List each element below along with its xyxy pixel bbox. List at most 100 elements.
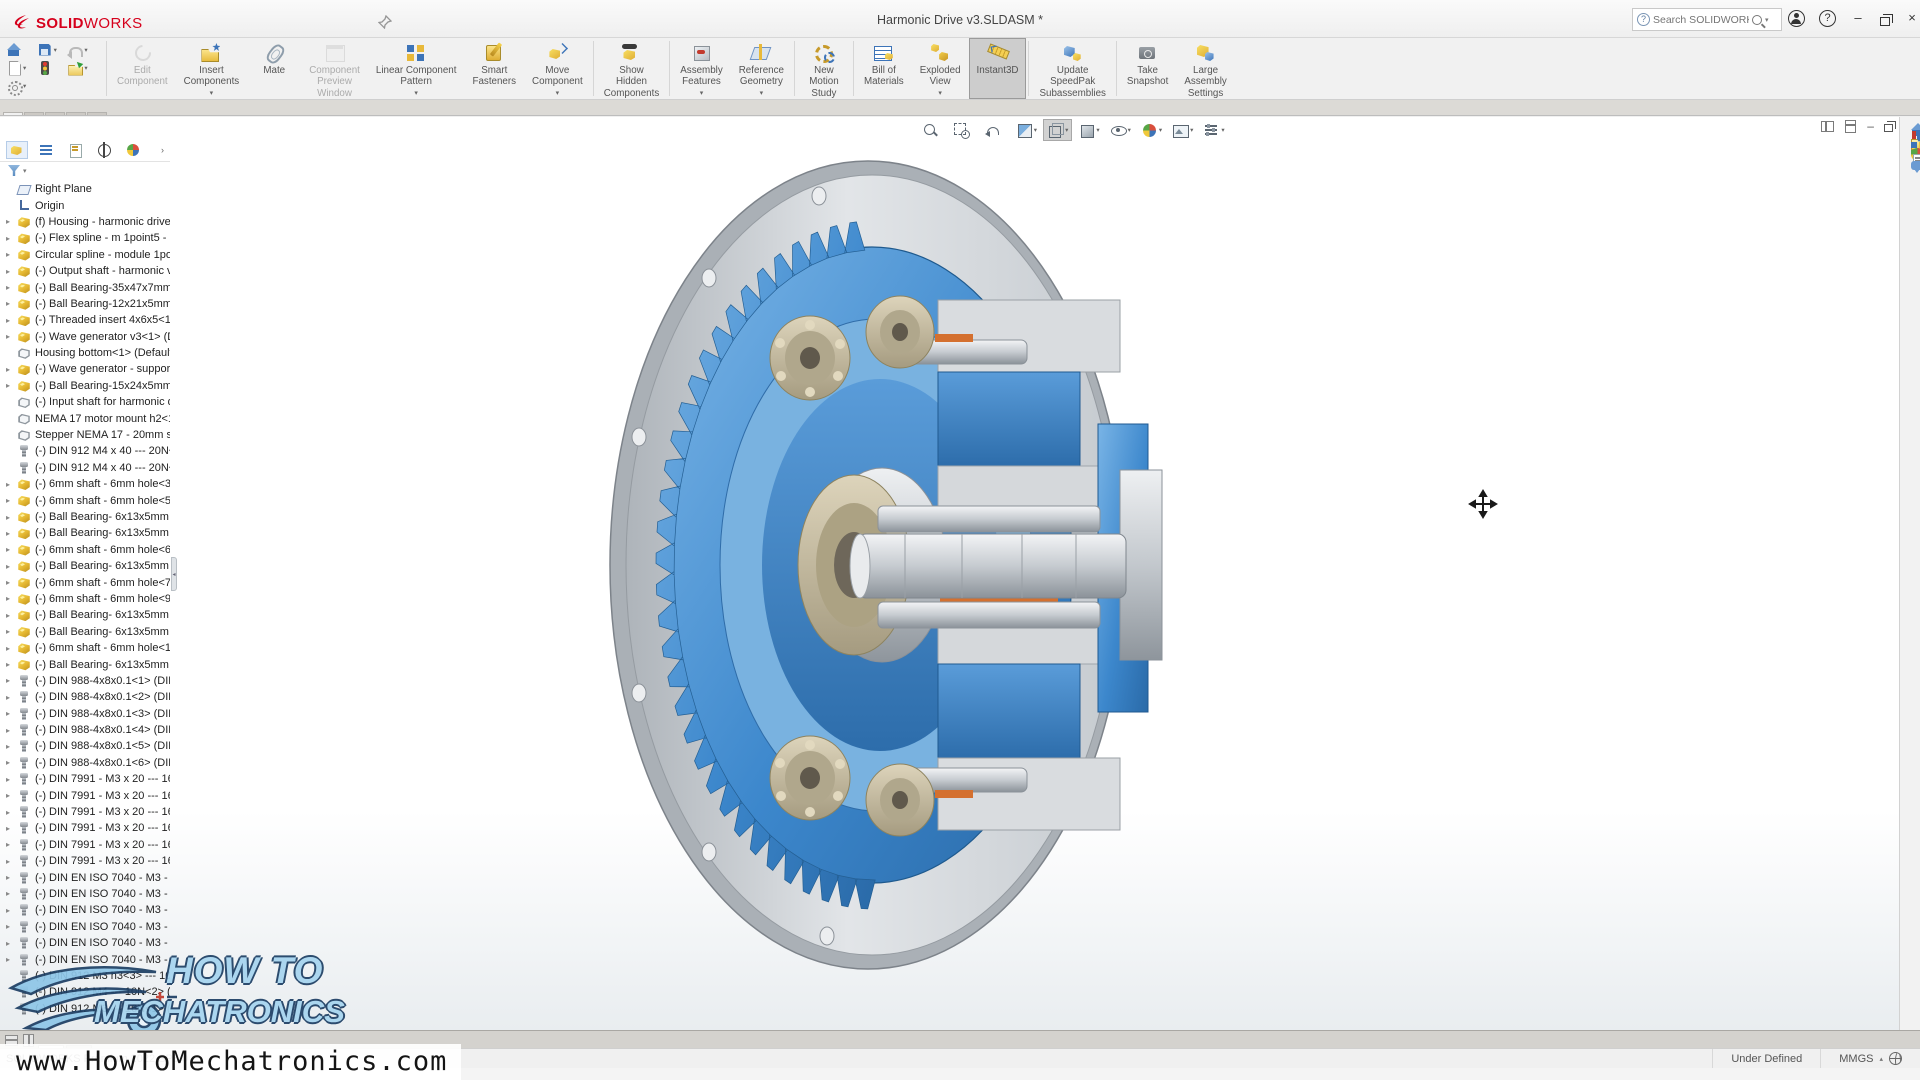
tree-item[interactable]: ▸ (-) DIN 912 M4 x 40 --- 20N<3 [0, 460, 170, 476]
tree-item[interactable]: ▸ (-) DIN EN ISO 7040 - M3 - N<5 [0, 919, 170, 935]
qa-button-save[interactable]: ▾ [37, 43, 68, 58]
user-account-icon[interactable] [1788, 10, 1805, 27]
tree-item[interactable]: ▸ (-) DIN EN ISO 7040 - M3 - N<4 [0, 902, 170, 918]
expand-arrow-icon[interactable]: ▸ [6, 217, 17, 226]
expand-arrow-icon[interactable]: ▸ [6, 267, 17, 276]
menu-item[interactable] [322, 12, 340, 29]
dropdown-caret-icon[interactable]: ▾ [760, 89, 764, 97]
tree-item[interactable]: ▸ (-) 6mm shaft - 6mm hole<10 [0, 640, 170, 656]
tree-item[interactable]: ▸ (-) DIN 7991 - M3 x 20 --- 16.8N [0, 820, 170, 836]
expand-arrow-icon[interactable]: ▸ [6, 660, 17, 669]
expand-arrow-icon[interactable]: ▸ [6, 381, 17, 390]
headsup-button-zoom-to-area[interactable]: ▾ [949, 119, 978, 141]
search-caret-icon[interactable]: ▾ [1765, 16, 1769, 24]
tree-item[interactable]: ▸ Housing bottom<1> (Default) [0, 345, 170, 361]
qa-button-home[interactable]: ▾ [6, 43, 37, 58]
tree-item[interactable]: ▸ (-) Wave generator - support sh [0, 361, 170, 377]
doc-minimize-button[interactable]: – [1867, 119, 1874, 133]
help-icon[interactable]: ? [1819, 10, 1836, 27]
model-bottom-bearings[interactable] [770, 736, 1027, 836]
tree-tab-featuremanager[interactable] [6, 141, 28, 159]
tree-item[interactable]: ▸ (-) Threaded insert 4x6x5<1> (D [0, 312, 170, 328]
dropdown-caret-icon[interactable]: ▾ [210, 89, 214, 97]
tree-item[interactable]: ▸ (-) Ball Bearing- 6x13x5mm h1 [0, 525, 170, 541]
model-housing-front[interactable] [626, 175, 1118, 955]
tree-tab-configurationmanager[interactable] [64, 141, 86, 159]
expand-arrow-icon[interactable]: ▸ [6, 676, 17, 685]
expand-arrow-icon[interactable]: ▸ [6, 496, 17, 505]
expand-arrow-icon[interactable]: ▸ [6, 644, 17, 653]
expand-arrow-icon[interactable]: ▸ [6, 955, 17, 964]
expand-arrow-icon[interactable]: ▸ [6, 857, 17, 866]
qa-caret-icon[interactable]: ▾ [23, 82, 26, 90]
model-main-bearing[interactable] [798, 475, 910, 655]
close-button[interactable]: × [1904, 8, 1920, 28]
command-tab-solidworks-add-ins[interactable] [87, 112, 107, 115]
command-tab-sketch[interactable] [24, 112, 44, 115]
headsup-button-previous-view[interactable]: ▾ [981, 119, 1010, 141]
expand-arrow-icon[interactable]: ▸ [6, 840, 17, 849]
panel-splitter-handle[interactable]: ◂ [171, 557, 177, 591]
tree-item[interactable]: ▸ (-) Wave generator v3<1> (Def [0, 329, 170, 345]
menu-item[interactable] [266, 12, 284, 29]
dropdown-caret-icon[interactable]: ▾ [414, 89, 418, 97]
help-search-input[interactable] [1653, 14, 1749, 26]
tree-item[interactable]: ▸ (-) DIN 7991 - M3 x 20 --- 16.8N [0, 804, 170, 820]
qa-button-open[interactable]: ▾ [67, 61, 98, 76]
model-section-cut[interactable] [938, 300, 1162, 830]
harmonic-drive-model[interactable] [0, 117, 1920, 1030]
expand-arrow-icon[interactable]: ▸ [6, 578, 17, 587]
dropdown-caret-icon[interactable]: ▾ [556, 89, 560, 97]
expand-arrow-icon[interactable]: ▸ [6, 627, 17, 636]
restore-button[interactable] [1880, 17, 1890, 26]
expand-arrow-icon[interactable]: ▸ [6, 742, 17, 751]
model-flex-spline[interactable] [720, 319, 1032, 811]
headsup-button-section-view[interactable]: ▾ [1012, 119, 1041, 141]
ribbon-button-take-snapshot[interactable]: Take Snapshot ▾ [1119, 38, 1176, 99]
tree-item[interactable]: ▸ (-) Input shaft for harmonic dr [0, 394, 170, 410]
command-tab-evaluate[interactable] [66, 112, 86, 115]
tree-item[interactable]: ▸ (-) DIN EN ISO 7040 - M3 - N<5 [0, 935, 170, 951]
tree-item[interactable]: ▸ (-) Ball Bearing-35x47x7mm ha [0, 279, 170, 295]
tree-item[interactable]: ▸ (-) DIN 988-4x8x0.1<3> (DIN 9 [0, 706, 170, 722]
ribbon-button-new-motion-study[interactable]: New Motion Study ▾ [797, 38, 851, 99]
tree-item[interactable]: ▸ (-) DIN 7991 - M3 x 20 --- 16.8N [0, 837, 170, 853]
tree-tab-dimxpertmanager[interactable] [93, 141, 115, 159]
tree-item[interactable]: ▸ (-) DIN 7991 - M3 x 20 --- 16.8N [0, 771, 170, 787]
ribbon-button-reference-geometry[interactable]: Reference Geometry ▾ [731, 38, 792, 99]
tree-item[interactable]: ▸ (-) DIN 912 M4 x 40 --- 20N<2 [0, 443, 170, 459]
help-search-box[interactable]: ? ▾ [1632, 8, 1782, 31]
expand-arrow-icon[interactable]: ▸ [6, 922, 17, 931]
model-circular-spline[interactable] [672, 247, 1072, 883]
ribbon-button-bill-of-materials[interactable]: Bill of Materials ▾ [856, 38, 912, 99]
tree-item[interactable]: ▸ Circular spline - module 1poin [0, 247, 170, 263]
tree-item[interactable]: ▸ (-) 6mm shaft - 6mm hole<3> [0, 476, 170, 492]
tree-filter[interactable]: ▾ [0, 162, 176, 179]
expand-arrow-icon[interactable]: ▸ [6, 545, 17, 554]
tree-item[interactable]: ▸ (-) Ball Bearing- 6x13x5mm h1 [0, 607, 170, 623]
expand-arrow-icon[interactable]: ▸ [6, 594, 17, 603]
tree-item[interactable]: ▸ (f) Housing - harmonic drive< [0, 214, 170, 230]
ribbon-button-exploded-view[interactable]: Exploded View ▾ [912, 38, 969, 99]
tree-item[interactable]: ▸ (-) Ball Bearing- 6x13x5mm h1 [0, 509, 170, 525]
expand-arrow-icon[interactable]: ▸ [6, 758, 17, 767]
menu-item[interactable] [350, 12, 368, 29]
tree-item[interactable]: ▸ Right Plane [0, 181, 170, 197]
tree-item[interactable]: ▸ (-) Output shaft - harmonic v3 [0, 263, 170, 279]
tree-item[interactable]: ▸ Stepper NEMA 17 - 20mm sha [0, 427, 170, 443]
expand-arrow-icon[interactable]: ▸ [6, 808, 17, 817]
tree-item[interactable]: ▸ (-) DIN 988-4x8x0.1<6> (DIN 9 [0, 755, 170, 771]
menu-item[interactable] [210, 12, 228, 29]
ribbon-button-instant3d[interactable]: Instant3D ▾ [969, 38, 1027, 99]
ribbon-button-edit-component[interactable]: Edit Component ▾ [109, 38, 176, 99]
expand-arrow-icon[interactable]: ▸ [6, 480, 17, 489]
ribbon-button-update-speedpak-subassemblies[interactable]: Update SpeedPak Subassemblies ▾ [1031, 38, 1113, 99]
qa-caret-icon[interactable]: ▾ [54, 46, 57, 54]
qa-button-new-document[interactable]: ▾ [6, 61, 37, 76]
expand-arrow-icon[interactable]: ▸ [6, 283, 17, 292]
ribbon-button-linear-component-pattern[interactable]: Linear Component Pattern ▾ [368, 38, 465, 99]
tree-item[interactable]: ▸ (-) DIN 7991 - M3 x 20 --- 16.8N [0, 853, 170, 869]
tree-item[interactable]: ▸ (-) DIN EN ISO 7040 - M3 - N<6 [0, 951, 170, 967]
expand-arrow-icon[interactable]: ▸ [6, 775, 17, 784]
menu-item[interactable] [294, 12, 312, 29]
